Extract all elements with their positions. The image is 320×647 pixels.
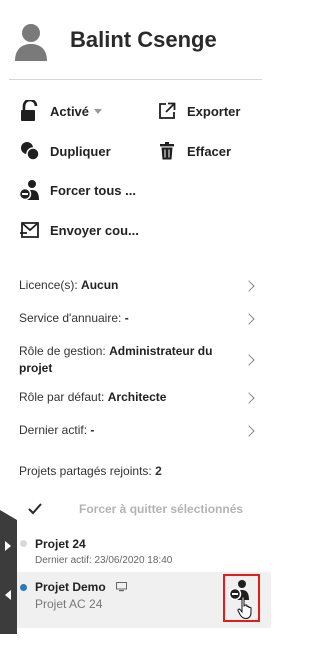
directory-value: -: [124, 311, 129, 325]
checkmark-icon[interactable]: [28, 503, 42, 515]
chevron-right-icon: [243, 354, 255, 366]
trash-icon: [156, 140, 178, 162]
collapse-left-icon[interactable]: [5, 590, 11, 600]
project-subtitle: Projet AC 24: [35, 597, 103, 611]
license-row[interactable]: Licence(s): Aucun: [19, 277, 259, 294]
duplicate-button[interactable]: Dupliquer: [19, 139, 111, 163]
project-status-dot: [20, 540, 27, 547]
delete-button[interactable]: Effacer: [156, 139, 231, 163]
shared-projects-summary: Projets partagés rejoints: 2: [19, 464, 162, 478]
project-last-active: Dernier actif: 23/06/2020 18:40: [35, 555, 173, 566]
status-label: Activé: [50, 103, 90, 119]
status-dropdown[interactable]: Activé: [19, 99, 103, 123]
duplicate-icon: [19, 140, 41, 162]
last-active-row[interactable]: Dernier actif: -: [19, 422, 259, 439]
management-role-row[interactable]: Rôle de gestion: Administrateur du proje…: [19, 343, 259, 377]
directory-label: Service d'annuaire:: [19, 311, 122, 325]
unlock-icon: [19, 100, 41, 122]
shared-projects-count: 2: [155, 464, 162, 478]
project-status-dot: [20, 584, 27, 591]
user-header: Balint Csenge: [0, 0, 271, 80]
chevron-right-icon: [243, 424, 255, 437]
expand-right-icon[interactable]: [5, 541, 11, 551]
chevron-right-icon: [243, 312, 255, 325]
external-link-icon: [156, 100, 178, 122]
delete-label: Effacer: [187, 143, 232, 159]
shared-projects-label: Projets partagés rejoints:: [19, 464, 152, 478]
user-name: Balint Csenge: [70, 27, 217, 52]
directory-row[interactable]: Service d'annuaire: -: [19, 310, 259, 327]
default-role-value: Architecte: [107, 390, 167, 404]
force-all-label: Forcer tous ...: [50, 182, 136, 198]
force-quit-selected-row[interactable]: Forcer à quitter sélectionnés: [28, 499, 258, 519]
project-name: Projet 24: [35, 537, 86, 551]
hand-cursor-icon: [237, 596, 252, 620]
chevron-down-icon: [94, 108, 103, 114]
last-active-label: Dernier actif:: [19, 423, 88, 437]
force-quit-selected-label: Forcer à quitter sélectionnés: [79, 502, 244, 516]
user-avatar-icon: [15, 24, 47, 61]
force-quit-project-button[interactable]: [223, 574, 260, 622]
force-quit-user-icon: [19, 179, 41, 201]
license-label: Licence(s):: [19, 278, 78, 292]
management-role-label: Rôle de gestion:: [19, 344, 106, 358]
chevron-right-icon: [243, 391, 255, 404]
send-button[interactable]: Envoyer cou...: [19, 218, 139, 242]
send-label: Envoyer cou...: [50, 222, 139, 238]
license-value: Aucun: [81, 278, 119, 292]
default-role-label: Rôle par défaut:: [19, 390, 105, 404]
monitor-icon: [116, 582, 127, 592]
duplicate-label: Dupliquer: [50, 143, 111, 159]
export-button[interactable]: Exporter: [156, 99, 240, 123]
default-role-row[interactable]: Rôle par défaut: Architecte: [19, 389, 259, 406]
project-item[interactable]: Projet 24 Dernier actif: 23/06/2020 18:4…: [17, 530, 271, 570]
side-panel-strip: [0, 510, 17, 634]
header-divider: [9, 79, 262, 80]
chevron-right-icon: [243, 279, 255, 292]
project-name: Projet Demo: [35, 580, 106, 594]
last-active-value: -: [90, 423, 95, 437]
export-label: Exporter: [187, 103, 241, 119]
force-all-button[interactable]: Forcer tous ...: [19, 178, 136, 202]
email-icon: [19, 219, 41, 241]
